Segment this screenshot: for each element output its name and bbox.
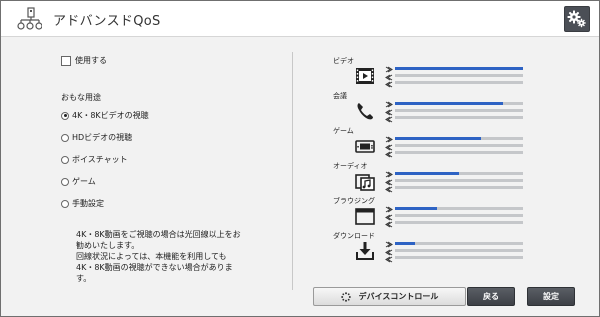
priority-bar — [395, 102, 523, 105]
device-control-button[interactable]: デバイスコントロール — [313, 287, 466, 306]
notice-line: 4K・8K動画の視聴ができない場合がありま — [76, 263, 233, 272]
category-game: ゲーム — [333, 126, 528, 162]
priority-track — [395, 186, 523, 189]
use-checkbox[interactable] — [61, 55, 71, 66]
qos-app-icon — [17, 7, 42, 30]
category-browsing: ブラウジング — [333, 196, 528, 232]
priority-track — [395, 81, 523, 84]
priority-arrows-icon — [385, 101, 393, 123]
priority-arrows-icon — [385, 136, 393, 158]
priority-arrows-icon — [385, 66, 393, 88]
notice-text: 4K・8K動画をご視聴の場合は光回線以上をお 勧めいたします。 回線状況によって… — [76, 229, 281, 284]
category-download: ダウンロード — [333, 231, 528, 267]
panel-divider — [292, 52, 293, 290]
priority-arrows-icon — [385, 241, 393, 263]
gear-icon — [567, 10, 586, 28]
device-control-label: デバイスコントロール — [358, 292, 439, 301]
purpose-option-label: ボイスチャット — [72, 155, 128, 164]
video-icon — [356, 68, 374, 84]
purpose-option-manual[interactable]: 手動設定 — [61, 198, 104, 209]
radio-button[interactable] — [61, 199, 69, 208]
priority-bar — [395, 207, 523, 210]
notice-line: 4K・8K動画をご視聴の場合は光回線以上をお — [76, 230, 241, 239]
category-label: ビデオ — [333, 57, 354, 65]
use-label: 使用する — [75, 56, 107, 65]
game-icon — [355, 140, 375, 153]
apply-button[interactable]: 設定 — [527, 287, 575, 306]
priority-track — [395, 256, 523, 259]
priority-track — [395, 74, 523, 77]
purpose-option-game[interactable]: ゲーム — [61, 176, 96, 187]
phone-icon — [357, 103, 373, 120]
priority-bar — [395, 172, 523, 175]
loading-dots-icon — [340, 291, 351, 302]
header-bar: アドバンスドQoS — [1, 1, 599, 37]
back-button[interactable]: 戻る — [467, 287, 515, 306]
category-meeting: 会議 — [333, 91, 528, 127]
purpose-option-label: 手動設定 — [72, 199, 104, 208]
priority-fill — [395, 242, 416, 245]
category-label: ブラウジング — [333, 197, 375, 205]
priority-track — [395, 151, 523, 154]
apply-label: 設定 — [543, 292, 559, 301]
notice-line: 勧めいたします。 — [76, 241, 140, 250]
purpose-option-hd[interactable]: HDビデオの視聴 — [61, 132, 132, 143]
purpose-option-label: ゲーム — [72, 177, 96, 186]
purpose-option-label: 4K・8Kビデオの視聴 — [72, 111, 149, 120]
priority-track — [395, 179, 523, 182]
category-label: ダウンロード — [333, 232, 375, 240]
priority-fill — [395, 67, 523, 70]
audio-icon — [355, 174, 375, 191]
priority-bar — [395, 242, 523, 245]
notice-line: す。 — [76, 274, 92, 283]
settings-button[interactable] — [564, 6, 590, 32]
radio-button[interactable] — [61, 133, 69, 142]
category-label: 会議 — [333, 92, 347, 100]
use-qos-toggle[interactable]: 使用する — [61, 55, 107, 66]
priority-arrows-icon — [385, 171, 393, 193]
radio-button[interactable] — [61, 177, 69, 186]
priority-track — [395, 116, 523, 119]
category-label: ゲーム — [333, 127, 354, 135]
page-title: アドバンスドQoS — [53, 14, 161, 29]
purpose-title: おもな用途 — [61, 93, 101, 102]
priority-fill — [395, 207, 438, 210]
category-video: ビデオ — [333, 56, 528, 92]
priority-track — [395, 249, 523, 252]
priority-bar — [395, 137, 523, 140]
priority-fill — [395, 102, 503, 105]
browser-icon — [355, 208, 375, 225]
priority-track — [395, 144, 523, 147]
purpose-option-voice[interactable]: ボイスチャット — [61, 154, 128, 165]
radio-button[interactable] — [61, 155, 69, 164]
priority-track — [395, 109, 523, 112]
notice-line: 回線状況によっては、本機能を利用しても — [76, 252, 227, 261]
priority-track — [395, 221, 523, 224]
category-audio: オーディオ — [333, 161, 528, 197]
download-icon — [356, 242, 374, 260]
priority-bar — [395, 67, 523, 70]
radio-button[interactable] — [61, 111, 69, 120]
category-label: オーディオ — [333, 162, 368, 170]
priority-track — [395, 214, 523, 217]
purpose-option-4k8k[interactable]: 4K・8Kビデオの視聴 — [61, 110, 149, 121]
back-label: 戻る — [483, 292, 499, 301]
purpose-option-label: HDビデオの視聴 — [72, 133, 133, 142]
priority-fill — [395, 137, 481, 140]
priority-arrows-icon — [385, 206, 393, 228]
priority-fill — [395, 172, 459, 175]
